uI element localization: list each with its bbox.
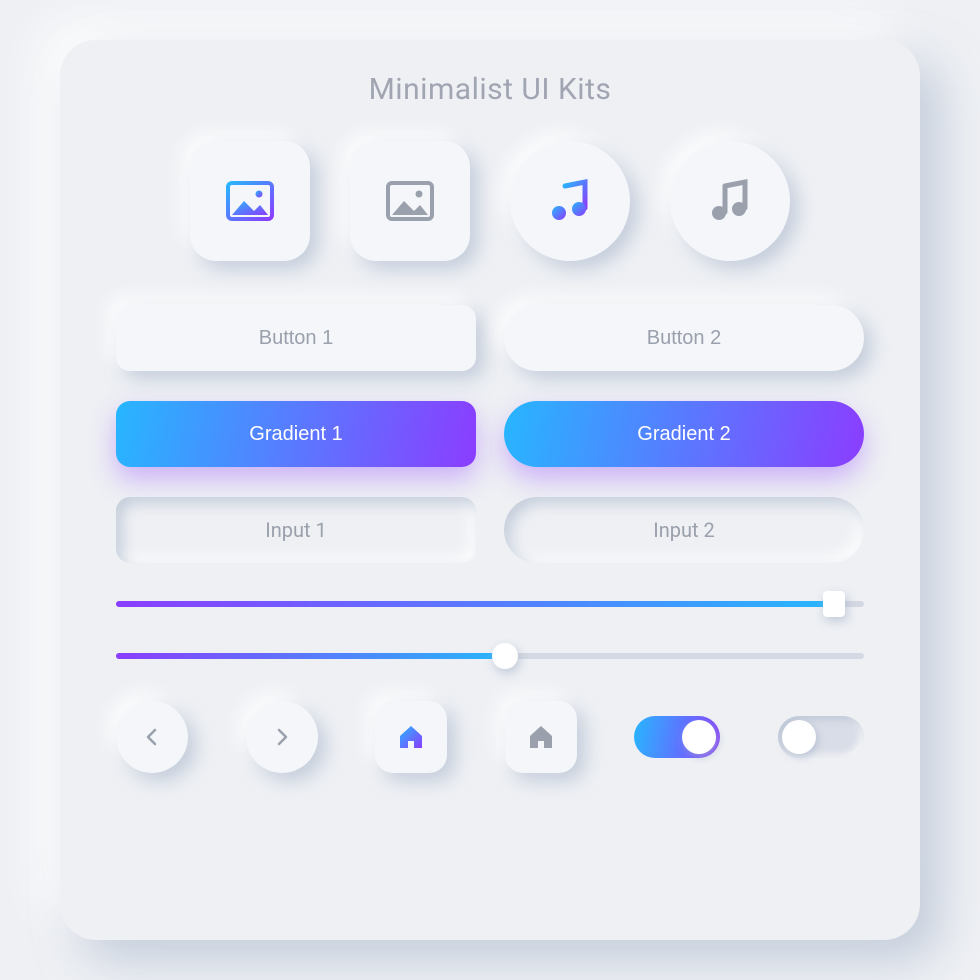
slider-fill [116,653,505,659]
music-icon [705,176,755,226]
music-tile-muted[interactable] [670,141,790,261]
input-1[interactable]: Input 1 [116,497,476,563]
music-icon [545,176,595,226]
toggle-knob [682,720,716,754]
prev-button[interactable] [116,701,188,773]
chevron-left-icon [142,727,162,747]
image-icon [384,175,436,227]
home-icon [526,722,556,752]
plain-button-row: Button 1 Button 2 [116,305,864,371]
slider-handle[interactable] [492,643,518,669]
toggle-on[interactable] [634,716,720,758]
gradient-button-2[interactable]: Gradient 2 [504,401,864,467]
gradient-button-1[interactable]: Gradient 1 [116,401,476,467]
slider-group [116,593,864,667]
slider-handle[interactable] [823,591,845,617]
toggle-knob [782,720,816,754]
slider-fill [116,601,834,607]
chevron-right-icon [272,727,292,747]
music-tile-gradient[interactable] [510,141,630,261]
home-icon [396,722,426,752]
slider-1[interactable] [116,593,864,615]
input-2[interactable]: Input 2 [504,497,864,563]
page-title: Minimalist UI Kits [116,72,864,107]
gradient-button-row: Gradient 1 Gradient 2 [116,401,864,467]
bottom-controls [116,701,864,773]
button-1[interactable]: Button 1 [116,305,476,371]
slider-2[interactable] [116,645,864,667]
button-2[interactable]: Button 2 [504,305,864,371]
image-icon [224,175,276,227]
image-tile-gradient[interactable] [190,141,310,261]
image-tile-muted[interactable] [350,141,470,261]
input-row: Input 1 Input 2 [116,497,864,563]
ui-kit-panel: Minimalist UI Kits [60,40,920,940]
next-button[interactable] [246,701,318,773]
toggle-off[interactable] [778,716,864,758]
home-button-inactive[interactable] [505,701,577,773]
home-button-active[interactable] [375,701,447,773]
icon-tile-row [116,141,864,261]
